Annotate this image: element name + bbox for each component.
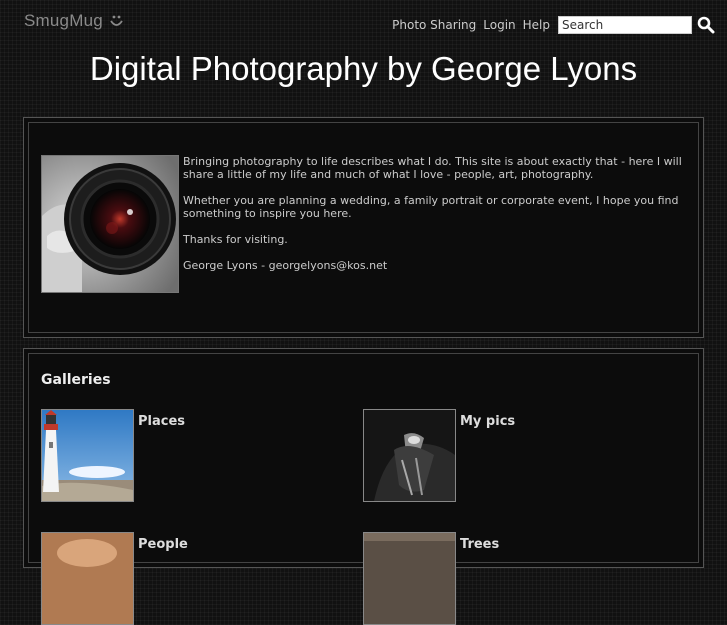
gallery-thumb-people[interactable] [41, 532, 134, 625]
gallery-item-trees: Trees [363, 532, 499, 625]
gallery-item-my-pics: My pics [363, 409, 515, 502]
gallery-thumb-trees[interactable] [363, 532, 456, 625]
trees-image [364, 533, 455, 624]
gallery-label-people[interactable]: People [138, 537, 188, 625]
top-navigation: Photo Sharing Login Help [385, 16, 715, 34]
bio-paragraph: Thanks for visiting. [183, 233, 288, 246]
bio-paragraph: Bringing photography to life describes w… [183, 155, 682, 181]
gallery-label-places[interactable]: Places [138, 414, 185, 502]
search-input[interactable] [558, 16, 692, 34]
smugmug-logo[interactable]: SmugMug [24, 11, 124, 31]
gallery-item-people: People [41, 532, 188, 625]
gallery-thumb-my-pics[interactable] [363, 409, 456, 502]
galleries-heading: Galleries [41, 372, 111, 388]
galleries-panel: Galleries Places My pics People Trees [23, 348, 704, 625]
logo-text: SmugMug [24, 11, 103, 30]
people-image [42, 533, 133, 624]
camera-lens-image [42, 156, 178, 292]
gallery-label-my-pics[interactable]: My pics [460, 414, 515, 502]
smiley-icon [110, 15, 123, 26]
bio-paragraph: Whether you are planning a wedding, a fa… [183, 194, 679, 220]
hood-ornament-image [364, 410, 455, 501]
page-title: Digital Photography by George Lyons [89, 50, 638, 87]
search-icon[interactable] [697, 16, 715, 34]
gallery-item-places: Places [41, 409, 185, 502]
nav-login[interactable]: Login [483, 18, 515, 32]
bio-photo [41, 155, 179, 293]
bio-contact: George Lyons - georgelyons@kos.net [183, 259, 388, 272]
nav-photo-sharing[interactable]: Photo Sharing [392, 18, 476, 32]
lighthouse-image [42, 410, 133, 501]
bio-panel: Bringing photography to life describes w… [23, 117, 704, 338]
gallery-thumb-places[interactable] [41, 409, 134, 502]
gallery-label-trees[interactable]: Trees [460, 537, 499, 625]
nav-help[interactable]: Help [523, 18, 550, 32]
bio-text: Bringing photography to life describes w… [183, 155, 695, 285]
